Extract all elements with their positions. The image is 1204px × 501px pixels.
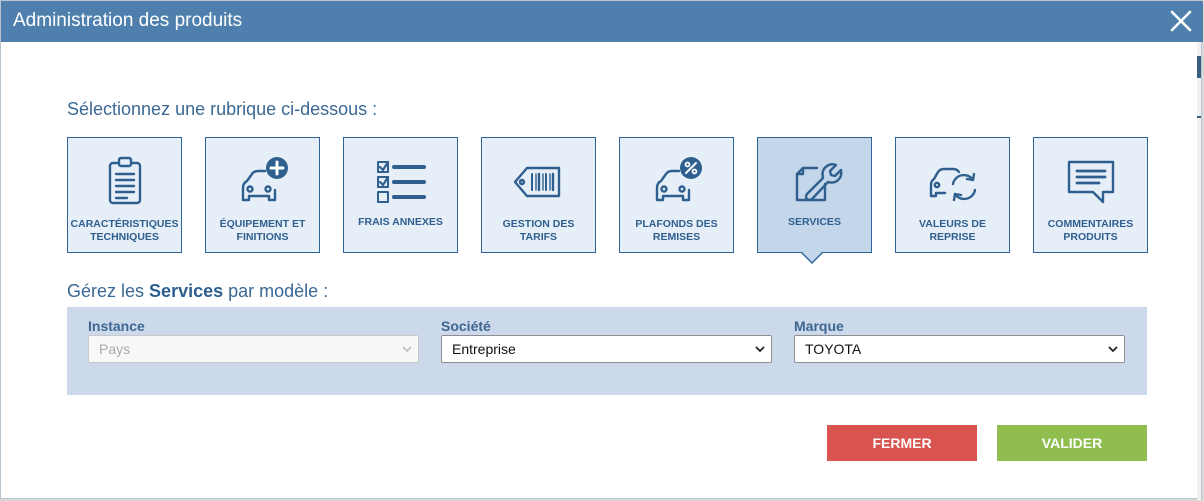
manage-highlight: Services bbox=[149, 281, 224, 301]
rubric-tiles: CARACTÉRISTIQUES TECHNIQUES ÉQUIPEMENT E… bbox=[67, 137, 1149, 253]
chevron-down-icon bbox=[1108, 346, 1118, 353]
tile-frais-annexes[interactable]: FRAIS ANNEXES bbox=[343, 137, 458, 253]
tile-label: SERVICES bbox=[788, 216, 841, 228]
chevron-down-icon bbox=[755, 346, 765, 353]
modal-title: Administration des produits bbox=[13, 10, 243, 31]
tile-valeurs-reprise[interactable]: VALEURS DE REPRISE bbox=[895, 137, 1010, 253]
societe-select[interactable]: Entreprise bbox=[441, 335, 772, 363]
fermer-button[interactable]: FERMER bbox=[827, 425, 977, 461]
tile-gestion-tarifs[interactable]: GESTION DES TARIFS bbox=[481, 137, 596, 253]
tile-equipement-finitions[interactable]: ÉQUIPEMENT ET FINITIONS bbox=[205, 137, 320, 253]
societe-label: Société bbox=[441, 318, 491, 334]
wrench-icon bbox=[787, 154, 843, 210]
close-icon[interactable] bbox=[1167, 7, 1195, 35]
tile-label: COMMENTAIRES PRODUITS bbox=[1047, 218, 1134, 243]
clipboard-icon bbox=[97, 154, 153, 210]
car-percent-icon bbox=[649, 154, 705, 210]
tile-label: FRAIS ANNEXES bbox=[358, 216, 443, 228]
instance-label: Instance bbox=[88, 318, 145, 334]
marque-field: Marque TOYOTA bbox=[794, 318, 1125, 363]
tile-services[interactable]: SERVICES bbox=[757, 137, 872, 253]
tile-label: GESTION DES TARIFS bbox=[502, 218, 575, 243]
modal-header: Administration des produits bbox=[1, 1, 1203, 42]
section-prompt: Sélectionnez une rubrique ci-dessous : bbox=[67, 99, 378, 119]
checklist-icon bbox=[373, 154, 429, 210]
societe-value: Entreprise bbox=[452, 341, 516, 357]
tile-label: VALEURS DE REPRISE bbox=[919, 218, 986, 243]
marque-value: TOYOTA bbox=[805, 341, 862, 357]
car-cycle-icon bbox=[925, 154, 981, 210]
scroll-strip bbox=[1197, 42, 1201, 500]
tile-commentaires-produits[interactable]: COMMENTAIRES PRODUITS bbox=[1033, 137, 1148, 253]
filter-panel: Instance Pays Société Entreprise Marque … bbox=[67, 307, 1147, 395]
chevron-down-icon bbox=[402, 346, 412, 353]
car-plus-icon bbox=[235, 154, 291, 210]
tile-caracteristiques-techniques[interactable]: CARACTÉRISTIQUES TECHNIQUES bbox=[67, 137, 182, 253]
valider-button[interactable]: VALIDER bbox=[997, 425, 1147, 461]
marque-label: Marque bbox=[794, 318, 844, 334]
tile-label: CARACTÉRISTIQUES TECHNIQUES bbox=[70, 218, 179, 243]
manage-prefix: Gérez les bbox=[67, 281, 145, 301]
product-admin-modal: Administration des produits Sélectionnez… bbox=[0, 0, 1203, 500]
marque-select[interactable]: TOYOTA bbox=[794, 335, 1125, 363]
scroll-mark bbox=[1197, 56, 1201, 78]
instance-value: Pays bbox=[99, 341, 131, 357]
price-tag-icon bbox=[511, 154, 567, 210]
tile-label: ÉQUIPEMENT ET FINITIONS bbox=[219, 218, 306, 243]
societe-field: Société Entreprise bbox=[441, 318, 772, 363]
instance-field: Instance Pays bbox=[88, 318, 419, 363]
tile-plafonds-remises[interactable]: PLAFONDS DES REMISES bbox=[619, 137, 734, 253]
tile-label: PLAFONDS DES REMISES bbox=[635, 218, 718, 243]
instance-select: Pays bbox=[88, 335, 419, 363]
scroll-mark bbox=[1197, 116, 1201, 118]
active-tile-pointer-fill bbox=[802, 252, 822, 262]
manage-heading: Gérez les Services par modèle : bbox=[67, 281, 328, 302]
comment-icon bbox=[1063, 154, 1119, 210]
manage-suffix: par modèle : bbox=[228, 281, 329, 301]
